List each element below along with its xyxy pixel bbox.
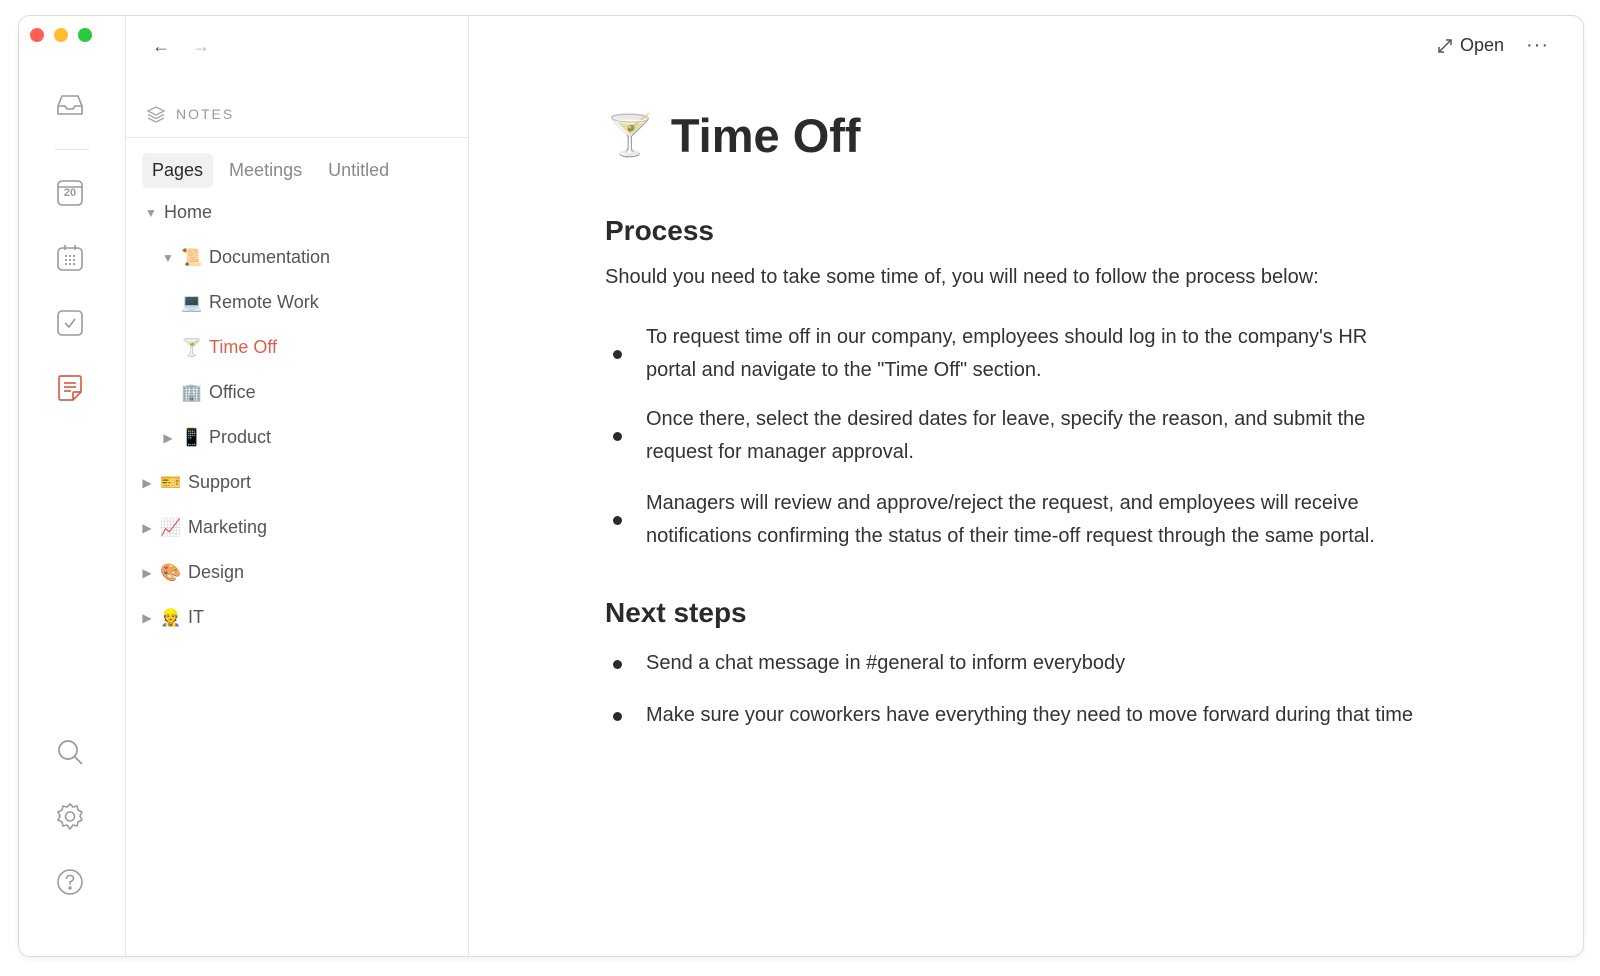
- tree-item-it[interactable]: ▶ 👷 IT: [140, 607, 204, 628]
- tree-item-office[interactable]: 🏢 Office: [181, 382, 256, 403]
- tab-meetings[interactable]: Meetings: [219, 153, 312, 188]
- calendar-grid-icon[interactable]: [55, 243, 85, 273]
- tree-item-documentation[interactable]: ▼ 📜 Documentation: [161, 247, 330, 268]
- tree-item-design[interactable]: ▶ 🎨 Design: [140, 562, 244, 583]
- app-window: 20 ← → NOTES Pages Meetings Untitled ▼ H…: [18, 15, 1584, 957]
- window-controls: [30, 28, 92, 42]
- list-item[interactable]: Once there, select the desired dates for…: [605, 403, 1405, 469]
- zoom-window-button[interactable]: [78, 28, 92, 42]
- list-item[interactable]: Send a chat message in #general to infor…: [605, 647, 1545, 680]
- tree-item-label: Product: [209, 427, 272, 447]
- next-steps-list: Send a chat message in #general to infor…: [605, 647, 1545, 732]
- laptop-icon: 💻: [181, 292, 203, 312]
- history-nav: ← →: [152, 36, 210, 57]
- tree-item-product[interactable]: ▶ 📱 Product: [161, 427, 271, 448]
- tree-item-label: IT: [188, 607, 204, 627]
- caret-down-icon[interactable]: ▼: [144, 206, 158, 220]
- note-content: 🍸 Time Off Process Should you need to ta…: [605, 108, 1505, 732]
- notes-icon[interactable]: [55, 373, 85, 403]
- tree-item-label: Design: [188, 562, 245, 582]
- close-window-button[interactable]: [30, 28, 44, 42]
- notes-sidebar: ← → NOTES Pages Meetings Untitled ▼ Home…: [126, 16, 469, 956]
- process-list: To request time off in our company, empl…: [605, 321, 1405, 553]
- note-editor: Open ··· 🍸 Time Off Process Should you n…: [469, 16, 1583, 956]
- scroll-icon: 📜: [181, 247, 203, 267]
- tree-item-label: Documentation: [209, 247, 331, 267]
- tasks-check-icon[interactable]: [55, 308, 85, 338]
- forward-arrow-icon[interactable]: →: [192, 36, 210, 57]
- next-steps-heading[interactable]: Next steps: [605, 597, 1505, 629]
- notes-section-label: NOTES: [176, 106, 235, 122]
- sidebar-divider: [126, 137, 468, 138]
- process-heading[interactable]: Process: [605, 215, 1505, 247]
- rail-divider: [54, 149, 90, 150]
- mobile-phone-icon: 📱: [181, 427, 203, 447]
- calendar-day-icon[interactable]: 20: [55, 178, 85, 208]
- gear-icon[interactable]: [55, 802, 85, 832]
- list-item[interactable]: To request time off in our company, empl…: [605, 321, 1405, 387]
- tree-item-marketing[interactable]: ▶ 📈 Marketing: [140, 517, 267, 538]
- tab-untitled[interactable]: Untitled: [318, 153, 399, 188]
- open-button[interactable]: Open: [1438, 35, 1504, 56]
- help-icon[interactable]: [55, 867, 85, 897]
- tree-item-remote-work[interactable]: 💻 Remote Work: [181, 292, 319, 313]
- sidebar-tabs: Pages Meetings Untitled: [142, 153, 399, 188]
- cocktail-icon: 🍸: [181, 337, 203, 357]
- caret-right-icon[interactable]: ▶: [161, 431, 175, 445]
- caret-right-icon[interactable]: ▶: [140, 611, 154, 625]
- inbox-icon[interactable]: [55, 90, 85, 120]
- expand-icon: [1438, 38, 1452, 53]
- cocktail-icon: 🍸: [605, 114, 655, 158]
- caret-down-icon[interactable]: ▼: [161, 251, 175, 265]
- calendar-day-number: 20: [63, 187, 77, 199]
- tree-item-label: Home: [164, 202, 213, 222]
- back-arrow-icon[interactable]: ←: [152, 36, 170, 57]
- more-options-icon[interactable]: ···: [1526, 34, 1549, 57]
- page-title: 🍸 Time Off: [605, 108, 1505, 163]
- ticket-icon: 🎫: [160, 472, 182, 492]
- notes-section-header: NOTES: [146, 104, 234, 124]
- tree-item-time-off[interactable]: 🍸 Time Off: [181, 337, 277, 358]
- search-icon[interactable]: [55, 737, 85, 767]
- palette-icon: 🎨: [160, 562, 182, 582]
- list-item[interactable]: Make sure your coworkers have everything…: [605, 699, 1545, 732]
- office-building-icon: 🏢: [181, 382, 203, 402]
- tree-item-label: Marketing: [188, 517, 268, 537]
- tree-item-label: Support: [188, 472, 252, 492]
- technologist-icon: 👷: [160, 607, 182, 627]
- tree-item-label: Remote Work: [209, 292, 319, 312]
- tree-item-support[interactable]: ▶ 🎫 Support: [140, 472, 251, 493]
- chart-increasing-icon: 📈: [160, 517, 182, 537]
- page-title-text[interactable]: Time Off: [671, 108, 861, 163]
- icon-rail: 20: [19, 16, 126, 956]
- layers-icon: [146, 106, 166, 123]
- caret-right-icon[interactable]: ▶: [140, 521, 154, 535]
- list-item[interactable]: Managers will review and approve/reject …: [605, 487, 1405, 553]
- process-intro[interactable]: Should you need to take some time of, yo…: [605, 261, 1505, 293]
- minimize-window-button[interactable]: [54, 28, 68, 42]
- tree-item-home[interactable]: ▼ Home: [144, 202, 212, 223]
- caret-right-icon[interactable]: ▶: [140, 566, 154, 580]
- caret-right-icon[interactable]: ▶: [140, 476, 154, 490]
- editor-toolbar: Open ···: [1438, 34, 1549, 57]
- tab-pages[interactable]: Pages: [142, 153, 214, 188]
- tree-item-label: Office: [209, 382, 256, 402]
- tree-item-label: Time Off: [209, 337, 278, 357]
- open-button-label: Open: [1459, 35, 1505, 55]
